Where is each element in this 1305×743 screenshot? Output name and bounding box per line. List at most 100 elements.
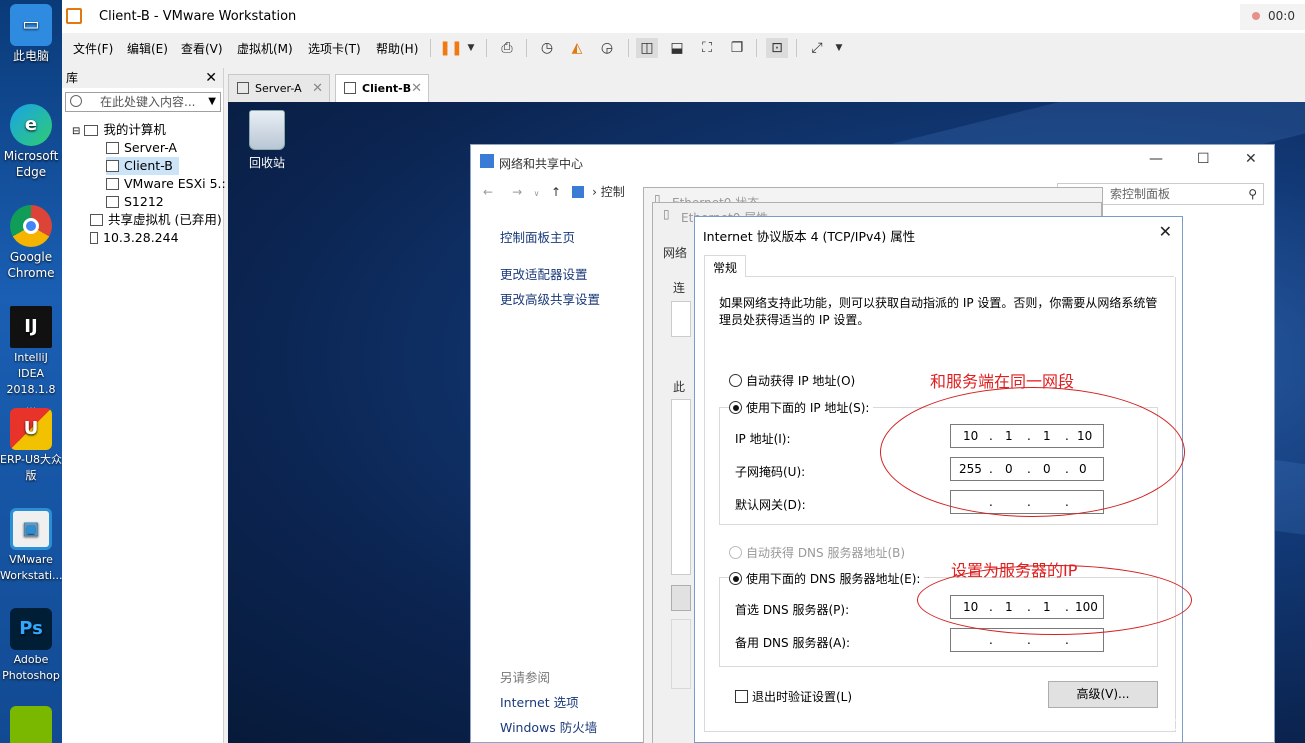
radio-circle[interactable]	[729, 572, 742, 585]
dialog-tabs: 常规	[704, 255, 1174, 278]
full-screen-icon[interactable]: ⛶	[696, 38, 718, 58]
tree-shared-vms[interactable]: 共享虚拟机 (已弃用)	[90, 211, 222, 229]
menu-edit[interactable]: 编辑(E)	[127, 40, 168, 57]
shortcut-label: IntelliJ IDEA 2018.1.8 ...	[6, 351, 56, 412]
tab-server-a[interactable]: Server-A ✕	[228, 74, 330, 102]
radio-auto-ip[interactable]: 自动获得 IP 地址(O)	[729, 372, 855, 389]
tree-vm-esxi[interactable]: VMware ESXi 5.:	[106, 175, 226, 193]
photoshop-icon: Ps	[10, 608, 52, 650]
show-library-icon[interactable]: ◫	[636, 38, 658, 58]
stretch-guest-icon[interactable]: ⤢	[806, 38, 828, 58]
snapshot-icon[interactable]: ◷	[536, 38, 558, 58]
search-placeholder: 在此处键入内容...	[100, 95, 196, 109]
watermark: CSDN @竹流清水	[1153, 718, 1268, 734]
install-button-fragment[interactable]	[671, 585, 691, 611]
label-fragment: 连	[673, 281, 686, 295]
radio-circle[interactable]	[729, 401, 742, 414]
radio-auto-dns[interactable]: 自动获得 DNS 服务器地址(B)	[729, 544, 905, 561]
tree-label: 10.3.28.244	[103, 230, 179, 245]
chrome-shortcut[interactable]: Google Chrome	[0, 205, 62, 281]
link-control-panel-home[interactable]: 控制面板主页	[500, 227, 575, 246]
link-internet-options[interactable]: Internet 选项	[500, 692, 579, 711]
tab-fragment: 网络	[663, 246, 688, 260]
link-change-adapter-settings[interactable]: 更改适配器设置	[500, 264, 588, 283]
radio-manual-ip[interactable]: 使用下面的 IP 地址(S):	[729, 399, 874, 416]
send-keys-icon[interactable]: ⎙	[496, 38, 518, 58]
checkbox-box[interactable]	[735, 690, 748, 703]
advanced-button[interactable]: 高级(V)...	[1048, 681, 1158, 708]
recent-dropdown-icon[interactable]: ∨	[534, 189, 540, 198]
intellij-shortcut[interactable]: IJ IntelliJ IDEA 2018.1.8 ...	[0, 306, 62, 414]
menu-vm[interactable]: 虚拟机(M)	[237, 40, 293, 57]
annotation-ellipse-dns	[917, 565, 1192, 635]
this-pc-shortcut[interactable]: ▭ 此电脑	[0, 4, 62, 64]
computer-icon	[84, 125, 99, 136]
tab-client-b[interactable]: Client-B ✕	[335, 74, 429, 102]
intro-text: 如果网络支持此功能，则可以获取自动指派的 IP 设置。否则，你需要从网络系统管理…	[719, 296, 1158, 327]
pause-icon[interactable]: ❚❚	[439, 38, 462, 58]
up-icon[interactable]: ↑	[551, 185, 561, 199]
close-icon[interactable]: ✕	[1159, 222, 1172, 241]
vmware-shortcut[interactable]: ▣ VMware Workstati...	[0, 508, 63, 584]
console-view-icon[interactable]: ⊡	[766, 38, 788, 58]
default-gateway-label: 默认网关(D):	[735, 498, 806, 512]
clock-widget: 00:0	[1240, 4, 1305, 30]
tab-label: Server-A	[255, 82, 302, 95]
thumbnail-bar-icon[interactable]: ⬓	[666, 38, 688, 58]
back-icon[interactable]: ←	[483, 185, 493, 199]
search-icon	[70, 95, 82, 107]
tree-vm-client-b[interactable]: Client-B	[106, 157, 179, 175]
recycle-bin-shortcut[interactable]: 回收站	[246, 110, 288, 171]
tree-my-computer[interactable]: ⊟ 我的计算机	[72, 121, 166, 139]
close-tab-icon[interactable]: ✕	[411, 75, 422, 102]
server-icon	[90, 232, 98, 244]
minimize-icon[interactable]: —	[1149, 151, 1163, 167]
menu-help[interactable]: 帮助(H)	[376, 40, 418, 57]
component-list[interactable]	[671, 399, 691, 575]
tab-general[interactable]: 常规	[704, 255, 747, 278]
collapse-icon[interactable]: ⊟	[72, 126, 80, 137]
library-search-input[interactable]: 在此处键入内容... ▼	[65, 92, 221, 112]
menu-view[interactable]: 查看(V)	[181, 40, 223, 57]
vmware-icon: ▣	[10, 508, 52, 550]
menu-bar: 文件(F) 编辑(E) 查看(V) 虚拟机(M) 选项卡(T) 帮助(H) ❚❚…	[62, 33, 1305, 63]
link-change-advanced-sharing[interactable]: 更改高级共享设置	[500, 289, 600, 308]
forward-icon[interactable]: →	[512, 185, 522, 199]
radio-manual-dns[interactable]: 使用下面的 DNS 服务器地址(E):	[729, 570, 925, 587]
dropdown-arrow-icon[interactable]: ▼	[208, 93, 216, 111]
see-also-heading: 另请参阅	[500, 670, 551, 685]
dropdown-arrow-icon[interactable]: ▼	[828, 38, 850, 58]
edge-icon: e	[10, 104, 52, 146]
tree-vm-server-a[interactable]: Server-A	[106, 139, 177, 157]
menu-file[interactable]: 文件(F)	[73, 40, 113, 57]
label-fragment: 此	[673, 380, 686, 394]
alternate-dns-label: 备用 DNS 服务器(A):	[735, 636, 851, 650]
vsphere-shortcut[interactable]	[0, 706, 62, 743]
tree-vm-s1212[interactable]: S1212	[106, 193, 164, 211]
close-tab-icon[interactable]: ✕	[312, 75, 323, 102]
radio-circle[interactable]	[729, 546, 742, 559]
address-text: 控制	[600, 185, 625, 199]
radio-label: 自动获得 IP 地址(O)	[746, 374, 856, 388]
dropdown-arrow-icon[interactable]: ▼	[460, 38, 482, 58]
edge-shortcut[interactable]: e Microsoft Edge	[0, 104, 62, 180]
address-bar[interactable]: ← → ∨ ↑ › 控制	[483, 183, 625, 207]
vmware-app-icon	[66, 8, 82, 24]
maximize-icon[interactable]: ☐	[1197, 151, 1210, 167]
validate-on-exit-checkbox[interactable]: 退出时验证设置(L)	[735, 688, 852, 705]
close-icon[interactable]: ✕	[205, 68, 217, 88]
erp-shortcut[interactable]: U ERP-U8大众版	[0, 408, 62, 484]
library-header: 库 ✕	[62, 68, 223, 88]
unity-icon[interactable]: ❐	[726, 38, 748, 58]
erp-icon: U	[10, 408, 52, 450]
vm-icon	[106, 196, 119, 208]
close-icon[interactable]: ✕	[1245, 151, 1257, 167]
ip-address-label: IP 地址(I):	[735, 432, 791, 446]
link-windows-firewall[interactable]: Windows 防火墙	[500, 717, 597, 736]
snapshot-manager-icon[interactable]: ◶	[596, 38, 618, 58]
photoshop-shortcut[interactable]: Ps Adobe Photoshop	[0, 608, 62, 684]
tree-remote-host[interactable]: 10.3.28.244	[90, 229, 179, 247]
menu-tabs[interactable]: 选项卡(T)	[308, 40, 361, 57]
revert-snapshot-icon[interactable]: ◭	[566, 38, 588, 58]
radio-circle[interactable]	[729, 374, 742, 387]
